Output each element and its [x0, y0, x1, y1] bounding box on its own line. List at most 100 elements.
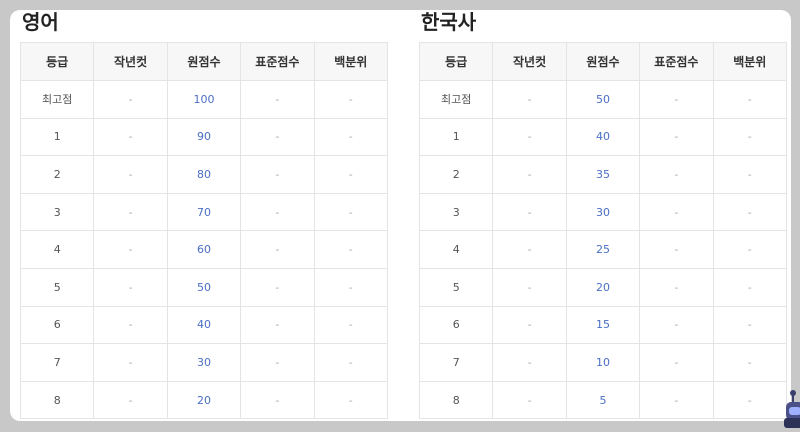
english-title: 영어	[22, 10, 59, 34]
column-header-standard-score: 표준점수	[639, 42, 714, 81]
column-header-grade: 등급	[19, 42, 95, 81]
cell-standard-score: -	[240, 380, 315, 420]
table-row: 8-5--	[418, 380, 788, 420]
cell-last-year-cut: -	[93, 267, 168, 307]
column-header-grade: 등급	[418, 42, 494, 81]
cell-raw-score: 20	[166, 380, 242, 420]
cell-last-year-cut: -	[93, 192, 168, 232]
cell-raw-score: 15	[565, 305, 641, 345]
cell-last-year-cut: -	[93, 305, 168, 345]
column-header-standard-score: 표준점수	[240, 42, 315, 81]
cell-raw-score: 50	[166, 267, 242, 307]
cell-standard-score: -	[240, 267, 315, 307]
table-row: 1-40- -	[418, 117, 788, 157]
cell-standard-score: -	[240, 155, 315, 194]
cell-standard-score: -	[240, 343, 315, 382]
cell-last-year-cut: -	[492, 267, 567, 307]
cell-grade: 5	[19, 267, 95, 307]
english-header-row: 등급 작년컷 원점수 표준점수 백분위	[19, 42, 389, 81]
cell-raw-score: 35	[565, 155, 641, 194]
cell-percentile: -	[313, 192, 389, 232]
cell-percentile: -	[712, 117, 788, 157]
cell-standard-score: -	[240, 117, 315, 157]
english-panel: 영어 등급 작년컷 원점수 표준점수 백분위 최고점 -100- -1-90- -2-…	[19, 10, 389, 420]
cell-standard-score: -	[639, 117, 714, 157]
cell-raw-score: 40	[565, 117, 641, 157]
cell-raw-score: 30	[565, 192, 641, 232]
cell-grade: 3	[418, 192, 494, 232]
cell-grade: 7	[418, 343, 494, 382]
cell-raw-score: 80	[166, 155, 242, 194]
cell-standard-score: -	[639, 80, 714, 119]
korean-history-title: 한국사	[421, 10, 477, 34]
cell-last-year-cut: -	[492, 117, 567, 157]
cell-standard-score: -	[240, 192, 315, 232]
cell-percentile: -	[313, 343, 389, 382]
cell-percentile: -	[313, 267, 389, 307]
table-row: 2-80- -	[19, 155, 389, 194]
cell-grade: 4	[19, 230, 95, 269]
cell-grade: 1	[418, 117, 494, 157]
cell-raw-score: 10	[565, 343, 641, 382]
korean-history-table: 등급 작년컷 원점수 표준점수 백분위 최고점 -50- -1-40- -2-35- -…	[418, 42, 788, 420]
cell-grade: 5	[418, 267, 494, 307]
cell-grade: 2	[418, 155, 494, 194]
cell-percentile: -	[313, 80, 389, 119]
english-table: 등급 작년컷 원점수 표준점수 백분위 최고점 -100- -1-90- -2-80-…	[19, 42, 389, 420]
table-row: 4-60- -	[19, 230, 389, 269]
cell-raw-score: 20	[565, 267, 641, 307]
cell-raw-score: 25	[565, 230, 641, 269]
cell-standard-score: -	[639, 155, 714, 194]
cell-raw-score: 60	[166, 230, 242, 269]
cell-standard-score: -	[639, 343, 714, 382]
cell-last-year-cut: -	[93, 155, 168, 194]
column-header-percentile: 백분위	[712, 42, 788, 81]
score-card: 영어 등급 작년컷 원점수 표준점수 백분위 최고점 -100- -1-90- -2-…	[10, 10, 791, 421]
cell-grade: 최고점	[19, 80, 95, 119]
table-row: 최고점 -50- -	[418, 80, 788, 119]
table-row: 7-30- -	[19, 343, 389, 382]
cell-standard-score: -	[240, 80, 315, 119]
cell-percentile: -	[712, 80, 788, 119]
cell-last-year-cut: -	[492, 343, 567, 382]
cell-grade: 7	[19, 343, 95, 382]
cell-percentile: -	[313, 230, 389, 269]
cell-raw-score: 40	[166, 305, 242, 345]
cell-standard-score: -	[639, 192, 714, 232]
korean-history-table-body: 최고점 -50- -1-40- -2-35- -3-30- -4-25- -5-20- -6-…	[418, 80, 788, 420]
cell-grade: 8	[418, 380, 494, 420]
cell-standard-score: -	[639, 380, 714, 420]
cell-percentile: -	[712, 230, 788, 269]
cell-raw-score: 100	[166, 80, 242, 119]
english-table-body: 최고점 -100- -1-90- -2-80- -3-70- -4-60- -5-50- -6…	[19, 80, 389, 420]
table-row: 6-15- -	[418, 305, 788, 345]
cell-grade: 3	[19, 192, 95, 232]
cell-percentile: -	[712, 305, 788, 345]
column-header-last-year-cut: 작년컷	[492, 42, 567, 81]
cell-percentile: -	[313, 117, 389, 157]
korean-history-panel: 한국사 등급 작년컷 원점수 표준점수 백분위 최고점 -50- -1-40- -2-…	[418, 10, 788, 420]
cell-percentile: -	[313, 305, 389, 345]
cell-standard-score: -	[240, 230, 315, 269]
column-header-raw-score: 원점수	[565, 42, 641, 81]
table-row: 5-50- -	[19, 267, 389, 307]
cell-grade: 8	[19, 380, 95, 420]
cell-standard-score: -	[240, 305, 315, 345]
table-row: 8-20- -	[19, 380, 389, 420]
table-row: 5-20- -	[418, 267, 788, 307]
cell-standard-score: -	[639, 267, 714, 307]
cell-last-year-cut: -	[492, 380, 567, 420]
cell-percentile: -	[712, 192, 788, 232]
cell-percentile: -	[313, 155, 389, 194]
cell-percentile: -	[712, 155, 788, 194]
cell-last-year-cut: -	[93, 343, 168, 382]
table-row: 7-10- -	[418, 343, 788, 382]
chatbot-icon[interactable]	[784, 388, 800, 428]
cell-last-year-cut: -	[492, 80, 567, 119]
cell-raw-score: 90	[166, 117, 242, 157]
cell-raw-score: 30	[166, 343, 242, 382]
cell-percentile: -	[712, 343, 788, 382]
cell-last-year-cut: -	[492, 230, 567, 269]
cell-last-year-cut: -	[93, 80, 168, 119]
table-row: 3-70- -	[19, 192, 389, 232]
